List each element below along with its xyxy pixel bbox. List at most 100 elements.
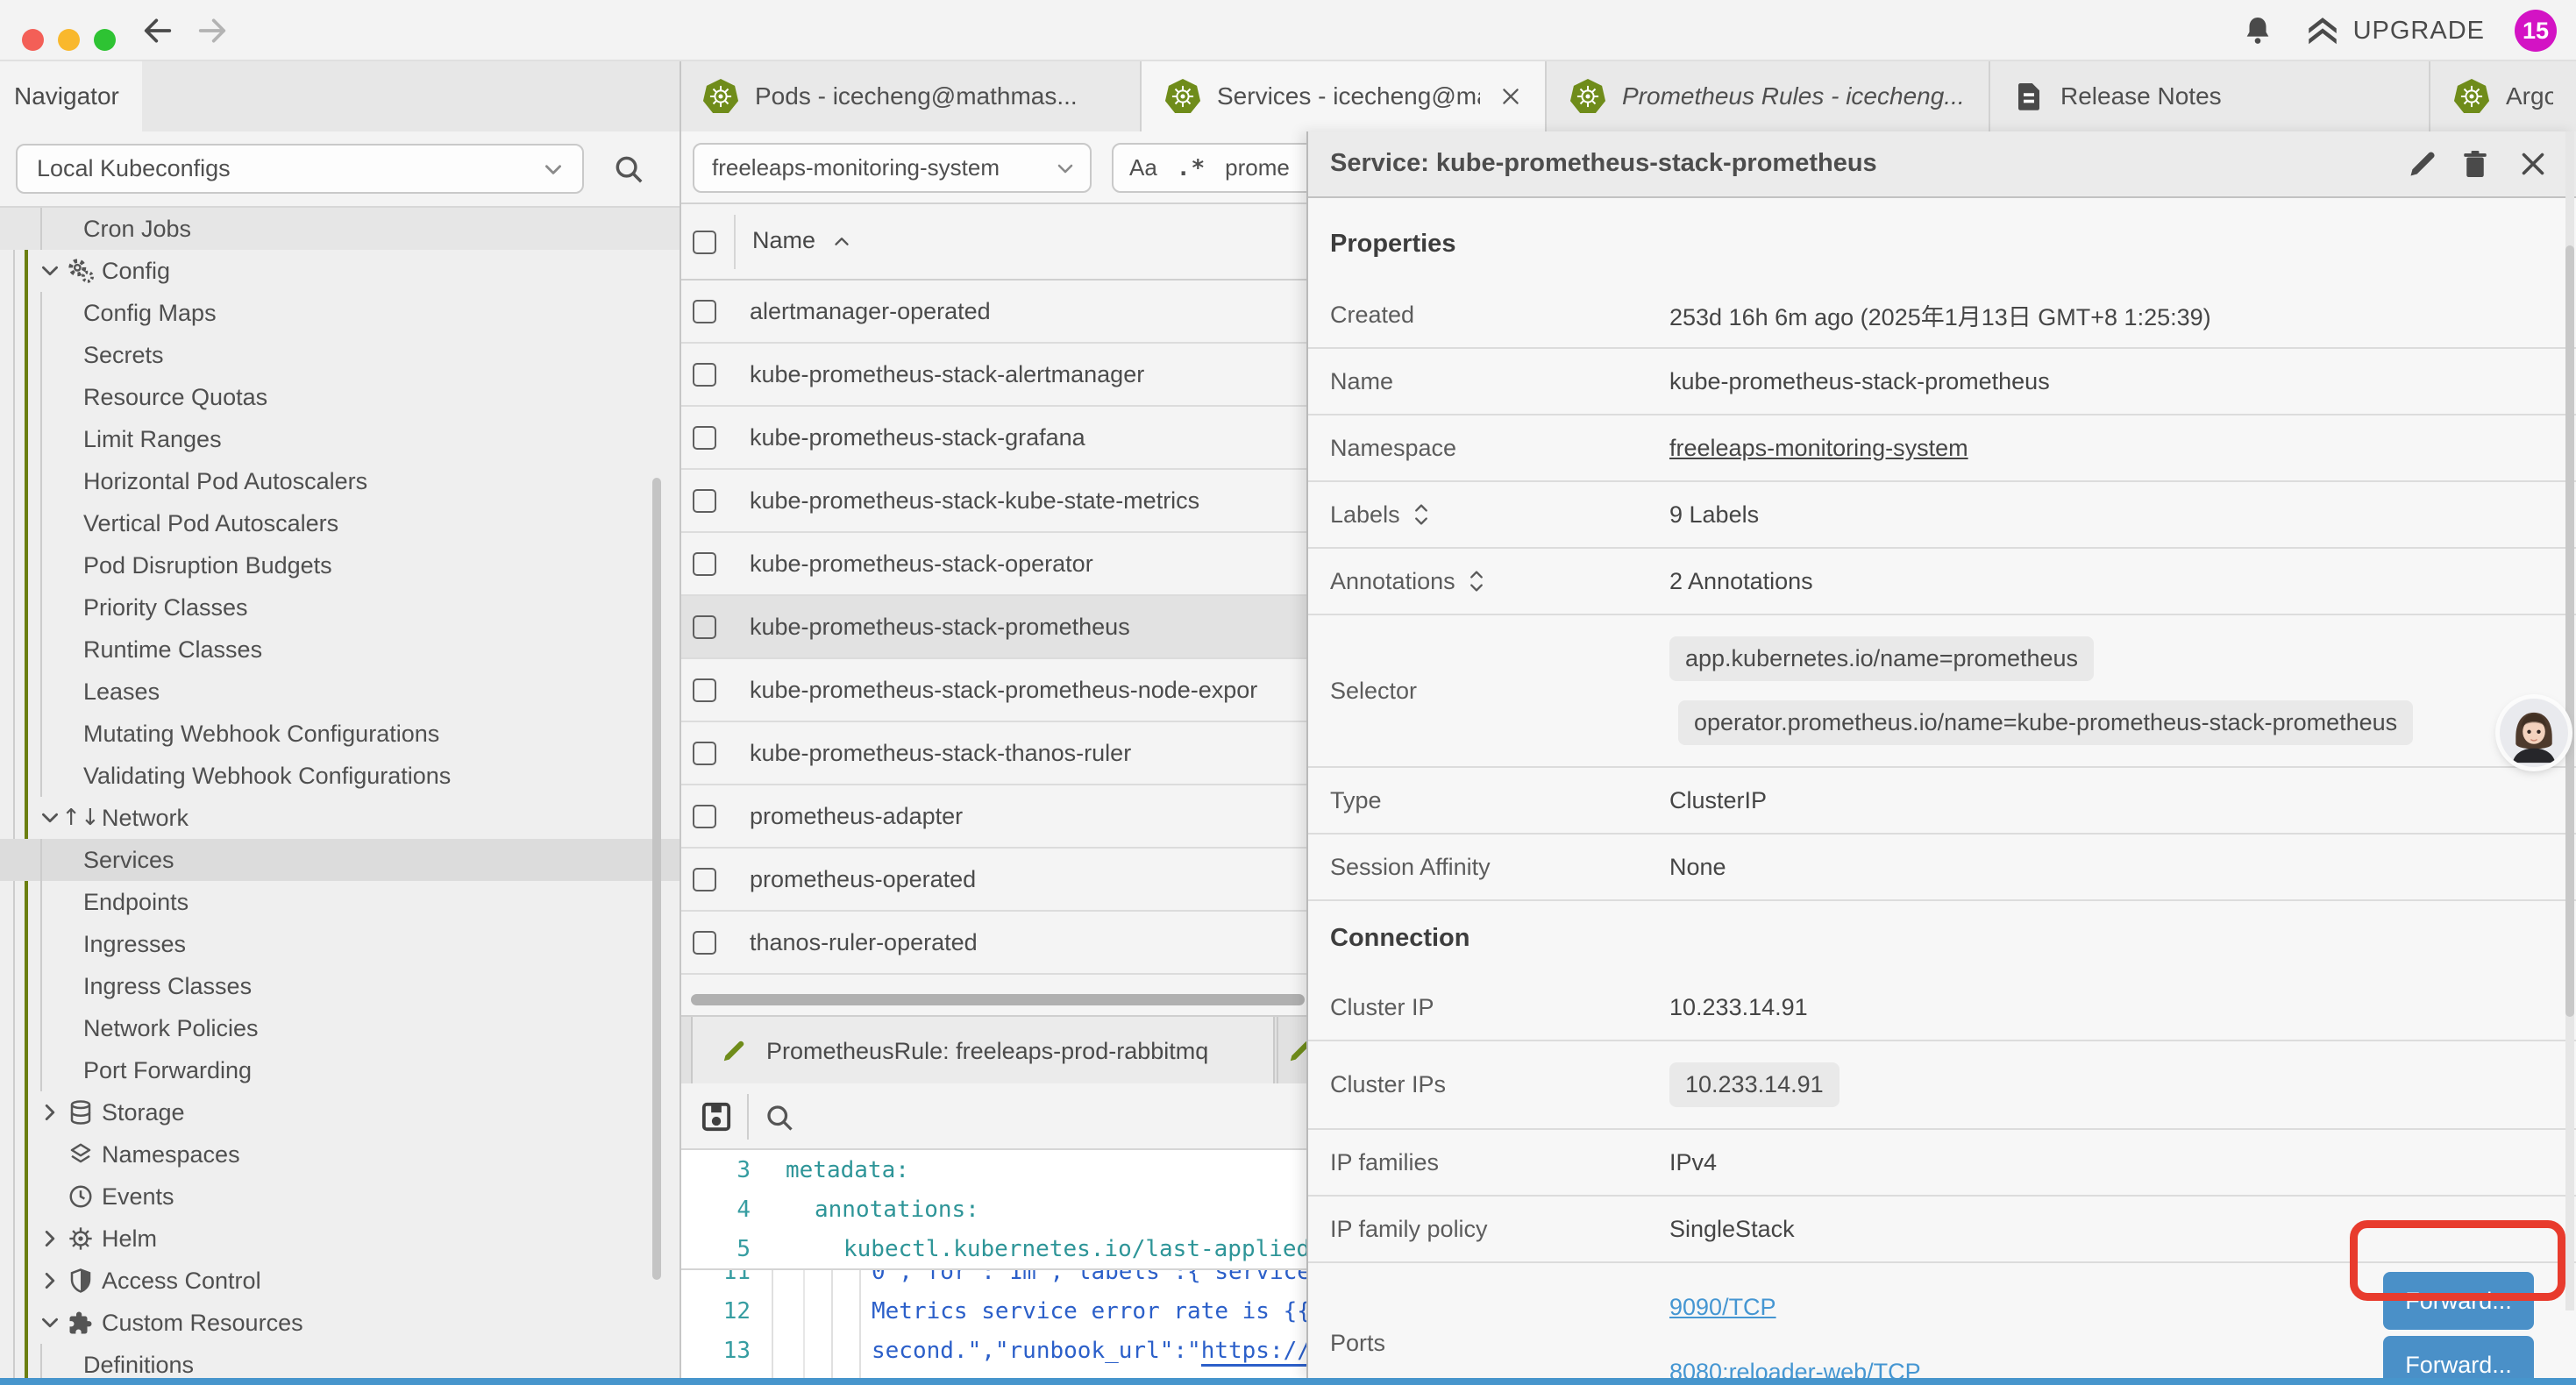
forward-arrow-icon[interactable] <box>195 13 230 48</box>
table-row-alertmanager-operated[interactable]: alertmanager-operated <box>680 281 1306 344</box>
kubeconfig-select[interactable]: Local Kubeconfigs <box>16 144 584 194</box>
horizontal-scrollbar[interactable] <box>691 994 1305 1005</box>
port-link[interactable]: 8080:reloader-web/TCP <box>1669 1353 1921 1379</box>
window-maximize-button[interactable] <box>94 29 116 51</box>
forward-button[interactable]: Forward... <box>2383 1272 2534 1330</box>
sidebar-item-network-policies[interactable]: Network Policies <box>0 1007 680 1049</box>
row-checkbox[interactable] <box>693 552 716 576</box>
sidebar-item-access-control[interactable]: Access Control <box>0 1260 680 1302</box>
sidebar-item-leases[interactable]: Leases <box>0 671 680 713</box>
sidebar-item-priority-classes[interactable]: Priority Classes <box>0 586 680 629</box>
sidebar-scrollbar[interactable] <box>652 478 661 1280</box>
namespace-select[interactable]: freeleaps-monitoring-system <box>693 143 1092 193</box>
save-icon[interactable] <box>699 1099 734 1134</box>
tab-pods-icecheng-mathmas[interactable]: Pods - icecheng@mathmas... <box>680 61 1140 131</box>
table-row-kube-prometheus-stack-operator[interactable]: kube-prometheus-stack-operator <box>680 533 1306 596</box>
expand-toggle-icon[interactable] <box>1413 501 1430 528</box>
sidebar-item-ingress-classes[interactable]: Ingress Classes <box>0 965 680 1007</box>
sidebar-item-vertical-pod-autoscalers[interactable]: Vertical Pod Autoscalers <box>0 502 680 544</box>
url-link[interactable]: https://net <box>1201 1338 1306 1367</box>
window-minimize-button[interactable] <box>58 29 80 51</box>
avatar[interactable] <box>2500 699 2568 767</box>
edit-pencil-icon[interactable] <box>2406 147 2439 181</box>
chevron-down-icon[interactable] <box>39 1311 61 1334</box>
editor-line-5[interactable]: 5kubectl.kubernetes.io/last-applied-co <box>680 1229 1306 1268</box>
table-row-kube-prometheus-stack-thanos-ruler[interactable]: kube-prometheus-stack-thanos-ruler <box>680 722 1306 785</box>
row-checkbox[interactable] <box>693 805 716 828</box>
table-row-kube-prometheus-stack-kube-state-metrics[interactable]: kube-prometheus-stack-kube-state-metrics <box>680 470 1306 533</box>
editor-line-3[interactable]: 3metadata: <box>680 1150 1306 1190</box>
sidebar-item-horizontal-pod-autoscalers[interactable]: Horizontal Pod Autoscalers <box>0 460 680 502</box>
row-checkbox[interactable] <box>693 426 716 450</box>
chevron-right-icon[interactable] <box>39 1101 61 1124</box>
sidebar-item-mutating-webhook-configurations[interactable]: Mutating Webhook Configurations <box>0 713 680 755</box>
row-checkbox[interactable] <box>693 678 716 702</box>
search-icon[interactable] <box>612 153 645 186</box>
expand-toggle-icon[interactable] <box>1468 568 1485 594</box>
row-checkbox[interactable] <box>693 489 716 513</box>
port-link[interactable]: 9090/TCP <box>1669 1288 1921 1326</box>
tab-services-icecheng-math[interactable]: Services - icecheng@math... <box>1140 61 1545 131</box>
dock-tab-next[interactable] <box>1277 1017 1306 1085</box>
chevron-right-icon[interactable] <box>39 1227 61 1250</box>
sidebar-item-ingresses[interactable]: Ingresses <box>0 923 680 965</box>
sidebar-item-runtime-classes[interactable]: Runtime Classes <box>0 629 680 671</box>
row-checkbox[interactable] <box>693 742 716 765</box>
close-icon[interactable] <box>2516 147 2550 181</box>
editor-line-12[interactable]: 12Metrics service error rate is {{ $va <box>680 1291 1306 1331</box>
search-icon[interactable] <box>764 1102 795 1133</box>
dock-tab-prometheusrule[interactable]: PrometheusRule: freeleaps-prod-rabbitmq <box>691 1017 1275 1085</box>
column-header-name[interactable]: Name <box>752 227 815 254</box>
table-row-kube-prometheus-stack-alertmanager[interactable]: kube-prometheus-stack-alertmanager <box>680 344 1306 407</box>
trash-icon[interactable] <box>2459 147 2492 181</box>
sidebar-item-resource-quotas[interactable]: Resource Quotas <box>0 376 680 418</box>
chevron-right-icon[interactable] <box>39 1269 61 1292</box>
window-close-button[interactable] <box>22 29 44 51</box>
sidebar-item-network[interactable]: ↑↓Network <box>0 797 680 839</box>
row-checkbox[interactable] <box>693 931 716 955</box>
sidebar-item-secrets[interactable]: Secrets <box>0 334 680 376</box>
sidebar-item-validating-webhook-configurations[interactable]: Validating Webhook Configurations <box>0 755 680 797</box>
upgrade-button[interactable]: UPGRADE <box>2304 12 2485 49</box>
sidebar-item-services[interactable]: Services <box>0 839 680 881</box>
editor-line-13[interactable]: 13second.","runbook_url":"https://net <box>680 1331 1306 1370</box>
sidebar-item-limit-ranges[interactable]: Limit Ranges <box>0 418 680 460</box>
table-row-prometheus-adapter[interactable]: prometheus-adapter <box>680 785 1306 849</box>
match-case-toggle[interactable]: Aa <box>1129 154 1157 181</box>
sidebar-item-events[interactable]: Events <box>0 1175 680 1218</box>
editor-line-11[interactable]: 110","for":"1m","labels":{"service":" <box>680 1270 1306 1291</box>
sidebar-item-port-forwarding[interactable]: Port Forwarding <box>0 1049 680 1091</box>
yaml-editor[interactable]: 110","for":"1m","labels":{"service":"12M… <box>680 1150 1306 1379</box>
table-row-kube-prometheus-stack-prometheus[interactable]: kube-prometheus-stack-prometheus <box>680 596 1306 659</box>
sidebar-item-config[interactable]: Config <box>0 250 680 292</box>
search-input[interactable]: Aa .* prome <box>1112 143 1306 193</box>
notifications-count-badge[interactable]: 15 <box>2515 10 2557 52</box>
sidebar-item-storage[interactable]: Storage <box>0 1091 680 1133</box>
select-all-checkbox[interactable] <box>693 231 716 254</box>
row-checkbox[interactable] <box>693 363 716 387</box>
close-tab-icon[interactable] <box>1499 85 1522 108</box>
tab-release-notes[interactable]: Release Notes <box>1989 61 2429 131</box>
back-arrow-icon[interactable] <box>140 13 175 48</box>
regex-toggle[interactable]: .* <box>1177 155 1206 181</box>
sidebar-item-cron-jobs[interactable]: Cron Jobs <box>0 208 680 250</box>
sidebar-item-pod-disruption-budgets[interactable]: Pod Disruption Budgets <box>0 544 680 586</box>
table-row-kube-prometheus-stack-prometheus-node-expor[interactable]: kube-prometheus-stack-prometheus-node-ex… <box>680 659 1306 722</box>
sidebar-item-config-maps[interactable]: Config Maps <box>0 292 680 334</box>
table-row-prometheus-operated[interactable]: prometheus-operated <box>680 849 1306 912</box>
sort-ascending-icon[interactable] <box>830 231 853 253</box>
editor-line-4[interactable]: 4annotations: <box>680 1190 1306 1229</box>
tab-argo-se[interactable]: Argo Se <box>2429 61 2576 131</box>
row-checkbox[interactable] <box>693 300 716 323</box>
sidebar-item-helm[interactable]: Helm <box>0 1218 680 1260</box>
sidebar-item-definitions[interactable]: Definitions <box>0 1344 680 1378</box>
sidebar-item-custom-resources[interactable]: Custom Resources <box>0 1302 680 1344</box>
drawer-scrollbar[interactable] <box>2565 245 2574 1017</box>
table-row-thanos-ruler-operated[interactable]: thanos-ruler-operated <box>680 912 1306 975</box>
chevron-down-icon[interactable] <box>39 259 61 282</box>
tab-prometheus-rules-icecheng[interactable]: Prometheus Rules - icecheng... <box>1545 61 1989 131</box>
sidebar-item-namespaces[interactable]: Namespaces <box>0 1133 680 1175</box>
row-checkbox[interactable] <box>693 615 716 639</box>
sidebar-item-endpoints[interactable]: Endpoints <box>0 881 680 923</box>
forward-button[interactable]: Forward... <box>2383 1336 2534 1379</box>
